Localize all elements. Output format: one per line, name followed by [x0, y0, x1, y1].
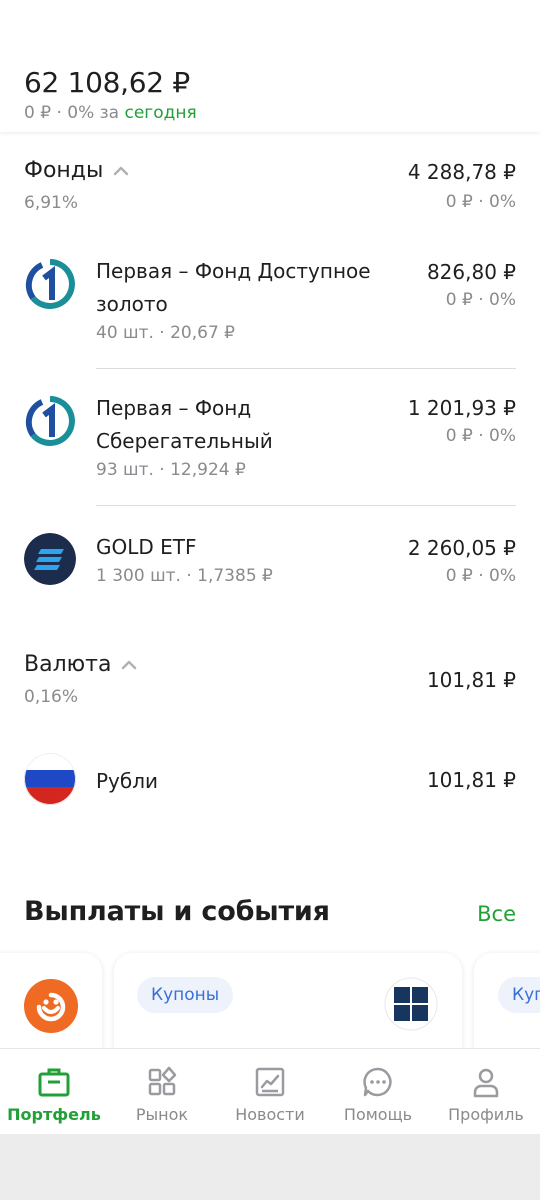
windows-logo-icon — [384, 977, 438, 1031]
profile-icon — [473, 1068, 499, 1098]
asset-quantity: 40 шт. · 20,67 ₽ — [96, 323, 235, 343]
currency-total-value: 101,81 ₽ — [426, 668, 516, 692]
russia-flag-icon — [24, 753, 76, 805]
currency-share-pct: 0,16% — [24, 687, 79, 707]
nav-news[interactable]: Новости — [216, 1049, 324, 1134]
event-type-chip: Купоны — [137, 977, 234, 1013]
news-chart-icon — [255, 1067, 285, 1097]
orange-smile-icon — [24, 979, 78, 1033]
nav-portfolio[interactable]: Портфель — [0, 1049, 108, 1134]
events-title: Выплаты и события — [24, 896, 330, 927]
funds-total-change: 0 ₽ · 0% — [445, 192, 516, 212]
funds-share-pct: 6,91% — [24, 193, 79, 213]
asset-change: 0 ₽ · 0% — [445, 426, 516, 446]
nav-label: Портфель — [7, 1105, 101, 1124]
chat-help-icon — [363, 1067, 392, 1097]
currency-title: Валюта — [24, 652, 112, 677]
portfolio-screen: 62 108,62 ₽ 0 ₽ · 0% за сегодня Фонды 6,… — [0, 0, 540, 1134]
nav-label: Новости — [235, 1105, 305, 1124]
events-all-link[interactable]: Все — [477, 902, 516, 926]
fund-stripes-icon — [24, 533, 76, 585]
chevron-up-icon[interactable] — [113, 163, 129, 179]
chevron-up-icon[interactable] — [121, 657, 137, 673]
asset-name[interactable]: Рубли — [96, 765, 158, 798]
asset-change: 0 ₽ · 0% — [445, 566, 516, 586]
market-grid-icon — [148, 1066, 177, 1096]
portfolio-change-text: 0 ₽ · 0% за — [24, 103, 125, 123]
nav-market[interactable]: Рынок — [108, 1049, 216, 1134]
funds-section-header[interactable]: Фонды — [24, 158, 129, 183]
nav-label: Рынок — [135, 1105, 189, 1124]
currency-section-header[interactable]: Валюта — [24, 652, 137, 677]
nav-profile[interactable]: Профиль — [432, 1049, 540, 1134]
nav-label: Профиль — [448, 1105, 524, 1124]
portfolio-total: 62 108,62 ₽ — [24, 66, 190, 99]
briefcase-icon — [38, 1068, 70, 1097]
asset-value: 101,81 ₽ — [426, 768, 516, 792]
pervaya-logo-icon — [24, 258, 76, 310]
divider — [96, 368, 516, 369]
asset-name[interactable]: Первая – Фонд Доступное золото — [96, 255, 396, 321]
funds-total-value: 4 288,78 ₽ — [407, 160, 516, 184]
nav-label: Помощь — [343, 1105, 413, 1124]
period-today-link[interactable]: сегодня — [124, 103, 196, 123]
pervaya-logo-icon — [24, 395, 76, 447]
asset-name[interactable]: Первая – Фонд Сберегательный — [96, 392, 326, 458]
event-type-chip: Куп — [498, 977, 540, 1013]
asset-value: 826,80 ₽ — [426, 260, 516, 284]
asset-quantity: 1 300 шт. · 1,7385 ₽ — [96, 566, 273, 586]
asset-value: 2 260,05 ₽ — [407, 536, 516, 560]
asset-change: 0 ₽ · 0% — [445, 290, 516, 310]
asset-quantity: 93 шт. · 12,924 ₽ — [96, 460, 246, 480]
asset-value: 1 201,93 ₽ — [407, 396, 516, 420]
divider — [96, 505, 516, 506]
portfolio-change: 0 ₽ · 0% за сегодня — [24, 103, 197, 123]
bottom-nav: Портфель Рынок Новости Помощь Профиль — [0, 1048, 540, 1134]
nav-help[interactable]: Помощь — [324, 1049, 432, 1134]
asset-name[interactable]: GOLD ETF — [96, 531, 356, 564]
funds-title: Фонды — [24, 158, 104, 183]
portfolio-header: 62 108,62 ₽ 0 ₽ · 0% за сегодня — [0, 0, 540, 132]
